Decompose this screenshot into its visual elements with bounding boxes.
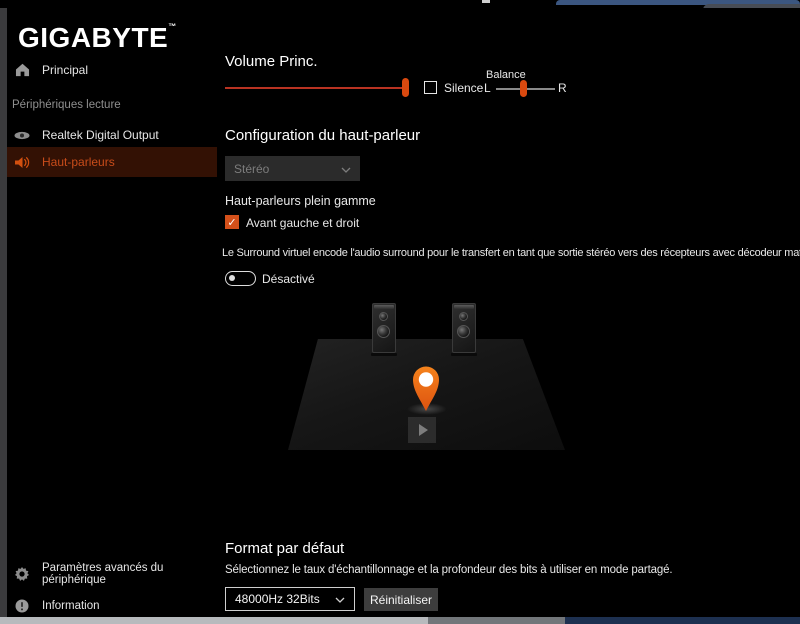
sidebar-item-information[interactable]: Information xyxy=(7,591,217,617)
left-speaker-graphic xyxy=(372,303,396,353)
front-speakers-checkbox[interactable]: ✓ xyxy=(225,215,239,229)
speaker-config-dropdown[interactable]: Stéréo xyxy=(225,156,360,181)
volume-slider-thumb[interactable] xyxy=(402,78,409,97)
listener-position-pin[interactable] xyxy=(411,366,441,417)
chevron-down-icon xyxy=(335,590,345,608)
right-speaker-graphic xyxy=(452,303,476,353)
dropdown-value: 48000Hz 32Bits xyxy=(235,592,320,606)
full-range-title: Haut-parleurs plein gamme xyxy=(225,194,376,208)
balance-slider-thumb[interactable] xyxy=(520,80,527,97)
sidebar-item-label: Realtek Digital Output xyxy=(42,128,159,142)
surround-description: Le Surround virtuel encode l'audio surro… xyxy=(222,247,800,259)
mute-checkbox[interactable] xyxy=(424,81,437,94)
balance-label: Balance xyxy=(486,69,526,81)
test-play-button[interactable] xyxy=(408,417,436,443)
sidebar-item-haut-parleurs-selected[interactable]: Haut-parleurs xyxy=(7,147,217,177)
checkmark-icon: ✓ xyxy=(227,216,236,229)
chevron-down-icon xyxy=(341,160,351,178)
speaker-tweeter xyxy=(379,312,388,321)
sidebar-item-realtek-digital-output[interactable]: Realtek Digital Output xyxy=(7,120,217,150)
balance-left-label: L xyxy=(484,81,491,95)
sidebar-item-label: Haut-parleurs xyxy=(42,155,115,169)
balance-right-label: R xyxy=(558,81,567,95)
speaker-tweeter xyxy=(459,312,468,321)
sidebar-item-principal[interactable]: Principal xyxy=(7,55,217,85)
sidebar-item-label: Information xyxy=(42,600,100,612)
sidebar-item-label: Principal xyxy=(42,63,88,77)
reset-button-label: Réinitialiser xyxy=(370,593,432,607)
sidebar-item-label: Paramètres avancés du périphérique xyxy=(42,562,217,586)
background-bottom-mid xyxy=(428,617,565,624)
toggle-knob xyxy=(229,275,235,281)
speaker-top-face xyxy=(454,305,474,309)
speaker-base xyxy=(371,353,397,356)
front-speakers-label: Avant gauche et droit xyxy=(246,216,359,230)
sidebar-item-advanced-settings[interactable]: Paramètres avancés du périphérique xyxy=(7,559,217,589)
info-icon xyxy=(14,598,30,614)
reset-button[interactable]: Réinitialiser xyxy=(364,588,438,611)
default-format-description: Sélectionnez le taux d'échantillonnage e… xyxy=(225,564,672,576)
mute-label: Silence xyxy=(444,81,483,95)
speaker-woofer xyxy=(457,325,470,338)
background-tick xyxy=(482,0,490,3)
surround-toggle-state: Désactivé xyxy=(262,272,315,286)
home-icon xyxy=(14,62,30,78)
surround-toggle[interactable] xyxy=(225,271,256,286)
speaker-base xyxy=(451,353,477,356)
play-icon xyxy=(419,424,428,436)
trademark-symbol: ™ xyxy=(168,22,176,31)
speaker-icon xyxy=(14,154,30,170)
app-window: GIGABYTE™ Principal Périphériques lectur… xyxy=(7,8,800,617)
gigabyte-logo: GIGABYTE™ xyxy=(18,22,176,54)
volume-slider-track[interactable] xyxy=(225,87,408,89)
speaker-woofer xyxy=(377,325,390,338)
dropdown-value: Stéréo xyxy=(234,162,269,176)
background-left-edge xyxy=(0,8,7,618)
sample-rate-dropdown[interactable]: 48000Hz 32Bits xyxy=(225,587,355,611)
sidebar-section-label: Périphériques lecture xyxy=(12,99,121,111)
gear-icon xyxy=(14,566,30,582)
speaker-config-title: Configuration du haut-parleur xyxy=(225,127,420,144)
speaker-top-face xyxy=(374,305,394,309)
optical-output-icon xyxy=(14,127,30,143)
background-bottom-light xyxy=(0,617,428,624)
volume-title: Volume Princ. xyxy=(225,53,318,70)
default-format-title: Format par défaut xyxy=(225,540,344,557)
